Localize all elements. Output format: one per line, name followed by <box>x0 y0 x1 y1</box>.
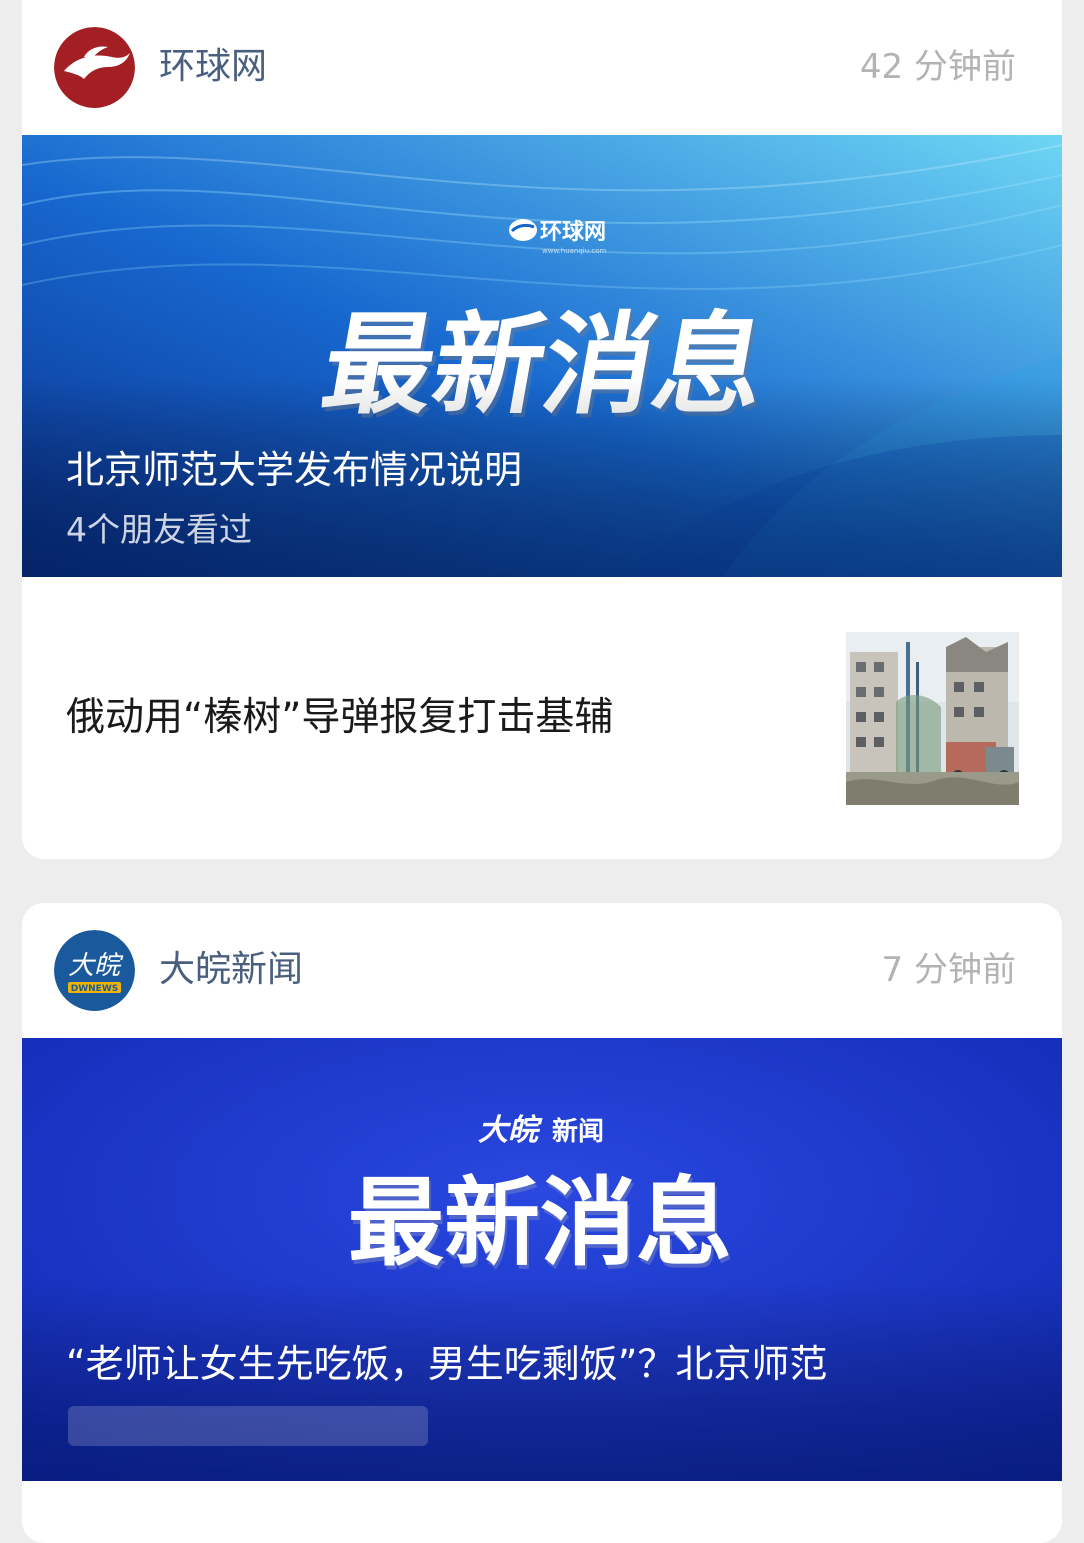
card-header[interactable]: 环球网 42 分钟前 <box>22 0 1062 135</box>
damaged-building-photo <box>846 632 1019 805</box>
article-title[interactable]: 俄动用“榛树”导弹报复打击基辅 <box>66 693 613 743</box>
source-name[interactable]: 环球网 <box>159 44 267 90</box>
article-thumbnail[interactable] <box>846 632 1019 805</box>
dawan-logo-icon: 大皖 DWNEWS <box>54 930 135 1011</box>
friends-viewed-count: 4个朋友看过 <box>66 510 252 549</box>
huanqiu-logo-avatar[interactable] <box>54 27 135 108</box>
huanqiu-logo-icon <box>54 27 135 108</box>
post-time: 42 分钟前 <box>859 47 1016 87</box>
banner-image: 大皖 新闻 最新消息 最新消息 <box>22 1038 1062 1481</box>
card-header[interactable]: 大皖 DWNEWS 大皖新闻 7 分钟前 <box>22 903 1062 1038</box>
feed-card-huanqiu[interactable]: 环球网 42 分钟前 北京师范大学发布情况说明 4个朋友看过 俄动用“榛树”导弹… <box>22 0 1062 859</box>
lead-article-banner[interactable]: 大皖 新闻 最新消息 最新消息 “老师让女生先吃饭，男生吃剩饭”？北京师范 <box>22 1038 1062 1481</box>
source-name[interactable]: 大皖新闻 <box>159 947 303 993</box>
lead-article-title[interactable]: 北京师范大学发布情况说明 <box>66 446 522 494</box>
feed-card-dawan[interactable]: 大皖 DWNEWS 大皖新闻 7 分钟前 大皖 新闻 最新消息 <box>22 903 1062 1543</box>
svg-text:大皖: 大皖 <box>68 951 124 981</box>
lead-article-banner[interactable]: 环球网 www.huanqiu.com 最新消息 最新消息 北京师范大学发布情况… <box>22 135 1062 577</box>
post-time: 7 分钟前 <box>881 950 1016 990</box>
svg-text:DWNEWS: DWNEWS <box>71 984 119 994</box>
lead-article-title[interactable]: “老师让女生先吃饭，男生吃剩饭”？北京师范 <box>66 1340 827 1388</box>
dawan-logo-avatar[interactable]: 大皖 DWNEWS <box>54 930 135 1011</box>
article-list-item[interactable]: 俄动用“榛树”导弹报复打击基辅 <box>22 577 1062 859</box>
